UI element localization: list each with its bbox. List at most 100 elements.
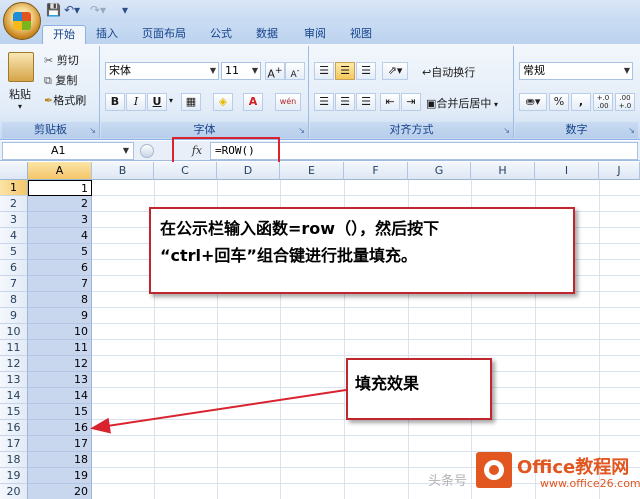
column-header-b[interactable]: B — [92, 162, 154, 180]
column-header-e[interactable]: E — [280, 162, 344, 180]
font-color-button[interactable]: A — [243, 93, 263, 111]
column-header-d[interactable]: D — [217, 162, 280, 180]
row-header[interactable]: 20 — [0, 484, 28, 499]
row-header[interactable]: 10 — [0, 324, 28, 340]
cell-a[interactable]: 8 — [28, 292, 92, 308]
decrease-decimal-button[interactable]: .00 +.0 — [615, 93, 635, 111]
row-header[interactable]: 9 — [0, 308, 28, 324]
cell-a[interactable]: 11 — [28, 340, 92, 356]
redo-icon[interactable]: ↷▾ — [90, 3, 106, 18]
formula-bar-handle-icon[interactable] — [140, 144, 154, 158]
row-header[interactable]: 7 — [0, 276, 28, 292]
row-header[interactable]: 12 — [0, 356, 28, 372]
column-header-i[interactable]: I — [535, 162, 599, 180]
dialog-launcher-icon[interactable]: ↘ — [298, 126, 305, 135]
wrap-text-button[interactable]: ↩自动换行 — [422, 64, 475, 80]
row-header[interactable]: 15 — [0, 404, 28, 420]
underline-dropdown-icon[interactable]: ▾ — [169, 96, 173, 105]
align-bottom-button[interactable]: ☰ — [356, 62, 376, 80]
row-header[interactable]: 18 — [0, 452, 28, 468]
copy-button[interactable]: ⧉ 复制 — [44, 72, 77, 88]
cell-a[interactable]: 3 — [28, 212, 92, 228]
align-left-button[interactable]: ☰ — [314, 93, 334, 111]
undo-icon[interactable]: ↶▾ — [64, 3, 80, 18]
dialog-launcher-icon[interactable]: ↘ — [89, 126, 96, 135]
cell-a[interactable]: 20 — [28, 484, 92, 499]
cell-a[interactable]: 14 — [28, 388, 92, 404]
row-header[interactable]: 6 — [0, 260, 28, 276]
underline-button[interactable]: U — [147, 93, 167, 111]
accounting-format-button[interactable]: ⛂▾ — [519, 93, 547, 111]
row-header[interactable]: 8 — [0, 292, 28, 308]
cell-a[interactable]: 2 — [28, 196, 92, 212]
borders-button[interactable]: ▦ — [181, 93, 201, 111]
column-header-a[interactable]: A — [28, 162, 92, 180]
column-header-c[interactable]: C — [154, 162, 217, 180]
align-center-button[interactable]: ☰ — [335, 93, 355, 111]
dialog-launcher-icon[interactable]: ↘ — [503, 126, 510, 135]
column-header-f[interactable]: F — [344, 162, 408, 180]
number-format-select[interactable]: 常规 ▼ — [519, 62, 633, 80]
align-top-button[interactable]: ☰ — [314, 62, 334, 80]
cell-a[interactable]: 5 — [28, 244, 92, 260]
paste-button[interactable]: 粘贴 — [9, 86, 31, 102]
grow-font-button[interactable]: A+ — [265, 62, 285, 81]
cell-a[interactable]: 15 — [28, 404, 92, 420]
format-painter-button[interactable]: ✒格式刷 — [44, 92, 86, 108]
cell-a[interactable]: 1 — [28, 180, 92, 196]
row-header[interactable]: 17 — [0, 436, 28, 452]
tab-formulas[interactable]: 公式 — [200, 25, 242, 44]
select-all-corner[interactable] — [0, 162, 28, 180]
row-header[interactable]: 13 — [0, 372, 28, 388]
cell-a[interactable]: 12 — [28, 356, 92, 372]
column-header-j[interactable]: J — [599, 162, 640, 180]
align-middle-button[interactable]: ☰ — [335, 62, 355, 80]
column-header-h[interactable]: H — [471, 162, 535, 180]
office-button[interactable] — [3, 2, 41, 40]
cell-a[interactable]: 16 — [28, 420, 92, 436]
dialog-launcher-icon[interactable]: ↘ — [628, 126, 635, 135]
percent-button[interactable]: % — [549, 93, 569, 111]
cell-a[interactable]: 9 — [28, 308, 92, 324]
decrease-indent-button[interactable]: ⇤ — [380, 93, 400, 111]
cell-a[interactable]: 6 — [28, 260, 92, 276]
tab-view[interactable]: 视图 — [340, 25, 382, 44]
increase-indent-button[interactable]: ⇥ — [401, 93, 421, 111]
italic-button[interactable]: I — [126, 93, 146, 111]
cell-a[interactable]: 18 — [28, 452, 92, 468]
name-box[interactable]: A1 ▼ — [2, 142, 134, 160]
tab-review[interactable]: 审阅 — [294, 25, 336, 44]
row-header[interactable]: 19 — [0, 468, 28, 484]
row-header[interactable]: 5 — [0, 244, 28, 260]
align-right-button[interactable]: ☰ — [356, 93, 376, 111]
tab-insert[interactable]: 插入 — [86, 25, 128, 44]
row-header[interactable]: 11 — [0, 340, 28, 356]
column-header-g[interactable]: G — [408, 162, 471, 180]
tab-page-layout[interactable]: 页面布局 — [132, 25, 196, 44]
row-header[interactable]: 3 — [0, 212, 28, 228]
cell-a[interactable]: 13 — [28, 372, 92, 388]
row-header[interactable]: 14 — [0, 388, 28, 404]
tab-data[interactable]: 数据 — [246, 25, 288, 44]
cell-a[interactable]: 17 — [28, 436, 92, 452]
comma-button[interactable]: , — [571, 93, 591, 111]
cell-a[interactable]: 4 — [28, 228, 92, 244]
cell-a[interactable]: 10 — [28, 324, 92, 340]
phonetic-button[interactable]: wén — [275, 93, 301, 111]
shrink-font-button[interactable]: A- — [285, 62, 305, 80]
cut-button[interactable]: ✂ 剪切 — [44, 52, 79, 68]
merge-center-button[interactable]: ▣合并后居中 ▾ — [426, 95, 498, 111]
row-header[interactable]: 16 — [0, 420, 28, 436]
save-icon[interactable]: 💾 — [46, 3, 61, 18]
row-header[interactable]: 2 — [0, 196, 28, 212]
font-size-select[interactable]: 11 ▼ — [221, 62, 261, 80]
customize-qat-icon[interactable]: ▾ — [122, 3, 128, 18]
paste-dropdown-icon[interactable]: ▾ — [18, 102, 22, 111]
cell-a[interactable]: 19 — [28, 468, 92, 484]
bold-button[interactable]: B — [105, 93, 125, 111]
row-header[interactable]: 4 — [0, 228, 28, 244]
orientation-button[interactable]: ⇗▾ — [382, 62, 408, 80]
fill-color-button[interactable]: ◈ — [213, 93, 233, 111]
increase-decimal-button[interactable]: +.0 .00 — [593, 93, 613, 111]
cell-a[interactable]: 7 — [28, 276, 92, 292]
